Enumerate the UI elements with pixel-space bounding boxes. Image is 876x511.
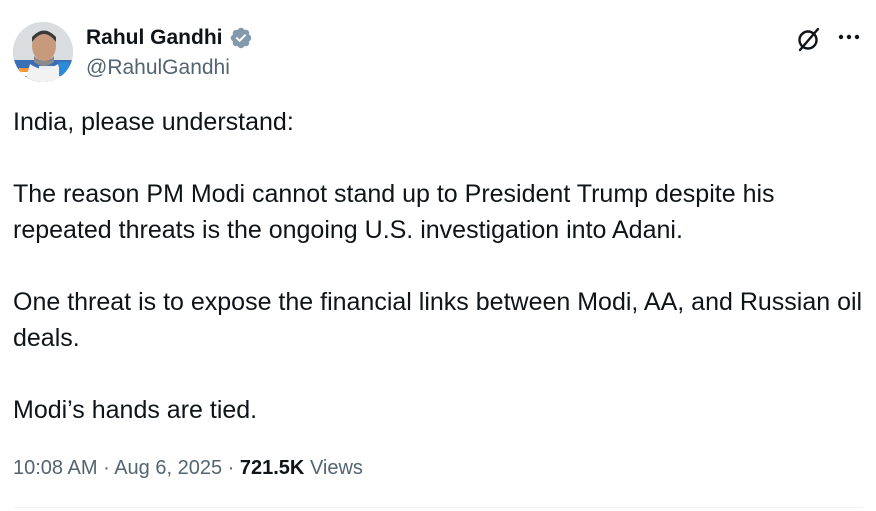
views-count[interactable]: 721.5K [240,457,305,479]
tweet-card: Rahul Gandhi @RahulGandhi India, please … [0,0,876,511]
tweet-paragraph: India, please understand: [13,108,294,136]
tweet-paragraph: Modi’s hands are tied. [13,396,258,424]
author-display-name[interactable]: Rahul Gandhi [86,26,223,50]
tweet-text: India, please understand: The reason PM … [13,104,863,428]
author-handle[interactable]: @RahulGandhi [86,56,230,80]
views-label[interactable]: Views [310,457,363,479]
author-name-row: Rahul Gandhi [86,26,253,50]
tweet-paragraph: The reason PM Modi cannot stand up to Pr… [13,180,775,244]
tweet-time[interactable]: 10:08 AM [13,457,98,479]
more-horizontal-icon[interactable] [836,24,862,50]
tweet-metadata: 10:08 AM · Aug 6, 2025 · 721.5K Views [13,454,363,482]
grok-icon[interactable] [794,24,824,54]
avatar-image [13,22,73,82]
tweet-paragraph: One threat is to expose the financial li… [13,288,863,352]
divider [13,507,863,508]
avatar[interactable] [13,22,73,82]
tweet-date[interactable]: Aug 6, 2025 [114,457,222,479]
meta-separator: · [103,457,110,479]
verified-badge-icon[interactable] [229,26,253,50]
meta-separator: · [227,457,235,479]
